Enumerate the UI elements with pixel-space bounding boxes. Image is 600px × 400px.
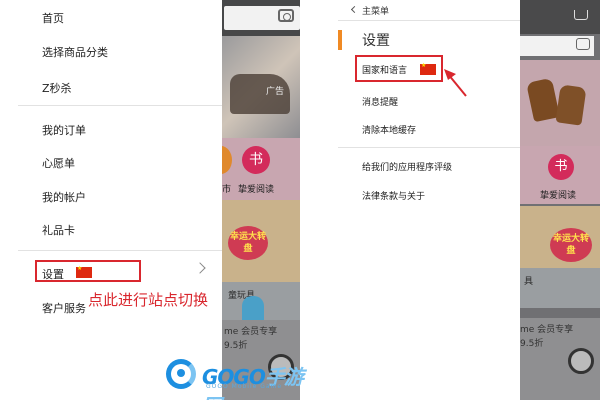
navigation-drawer: 首页 选择商品分类 Z秒杀 我的订单 心愿单 我的帐户 礼品卡 设置 客户服务 — [18, 0, 222, 400]
shoe-image — [555, 84, 587, 126]
watermark-subtext: GOGO Mobile Game — [206, 383, 283, 390]
divider — [18, 105, 222, 106]
promo-tile[interactable]: 幸运大转盘 — [222, 200, 300, 290]
ad-label: 广告 — [266, 87, 285, 97]
menu-item-wishlist[interactable]: 心愿单 — [42, 155, 75, 171]
reading-label: 挚爱阅读 — [238, 185, 275, 195]
clear-cache-item[interactable]: 清除本地缓存 — [362, 123, 416, 136]
member-line1: me 会员专享 — [224, 327, 278, 337]
chevron-right-icon — [194, 262, 206, 274]
toys-tile[interactable]: 具 — [520, 268, 600, 308]
watermark-logo: GOGO手游网 GOGO Mobile Game — [162, 357, 312, 400]
background-app-left: 广告 书 市 挚爱阅读 幸运大转盘 童玩具 me 会员专享 9.5折 — [222, 0, 300, 400]
menu-item-customer-service[interactable]: 客户服务 — [42, 300, 86, 316]
section-title: 设置 — [362, 33, 390, 49]
annotation-text: 点此进行站点切换 — [88, 291, 209, 309]
menu-item-categories[interactable]: 选择商品分类 — [42, 44, 108, 60]
section-accent-bar — [338, 30, 342, 50]
menu-item-account[interactable]: 我的帐户 — [42, 189, 86, 205]
menu-item-home[interactable]: 首页 — [42, 10, 64, 26]
member-line2: 9.5折 — [520, 339, 544, 349]
highlight-box — [35, 260, 141, 282]
right-phone-screen: 书 挚爱阅读 幸运大转盘 具 me 会员专享 9.5折 主菜单 设置 国家和语言… — [338, 0, 600, 400]
highlight-box — [355, 55, 443, 82]
menu-item-gift-card[interactable]: 礼品卡 — [42, 222, 75, 238]
member-line1: me 会员专享 — [520, 325, 574, 335]
left-phone-screen: 广告 书 市 挚爱阅读 幸运大转盘 童玩具 me 会员专享 9.5折 首页 选择… — [18, 0, 300, 400]
cart-icon[interactable] — [574, 10, 588, 20]
menu-item-orders[interactable]: 我的订单 — [42, 122, 86, 138]
toys-label: 具 — [524, 277, 534, 287]
notifications-item[interactable]: 消息提醒 — [362, 95, 398, 108]
menu-item-flash-sale[interactable]: Z秒杀 — [42, 80, 72, 96]
app-topbar — [520, 0, 600, 34]
chevron-left-icon — [350, 5, 359, 14]
lucky-wheel-badge: 幸运大转盘 — [550, 228, 592, 262]
camera-icon[interactable] — [576, 38, 590, 50]
gogo-logo-icon — [166, 359, 196, 389]
divider — [338, 147, 520, 148]
pointer-arrow-icon — [444, 69, 467, 97]
divider — [18, 250, 222, 251]
member-tile[interactable]: me 会员专享 9.5折 — [520, 318, 600, 400]
divider — [338, 20, 520, 21]
member-line2: 9.5折 — [224, 341, 248, 351]
lucky-wheel-badge: 幸运大转盘 — [228, 226, 268, 260]
back-label: 主菜单 — [362, 7, 390, 17]
book-icon[interactable]: 书 — [548, 154, 574, 180]
reading-label: 挚爱阅读 — [540, 191, 577, 201]
legal-item[interactable]: 法律条款与关于 — [362, 189, 425, 202]
promo-banner[interactable] — [222, 36, 300, 138]
camera-icon[interactable] — [278, 9, 294, 22]
book-icon[interactable]: 书 — [242, 146, 270, 174]
watch-image — [568, 348, 594, 374]
background-app-right: 书 挚爱阅读 幸运大转盘 具 me 会员专享 9.5折 — [520, 0, 600, 400]
rate-app-item[interactable]: 给我们的应用程序评级 — [362, 160, 452, 173]
category-label: 市 — [222, 185, 232, 195]
watermark-text: GOGO手游网 — [202, 365, 304, 400]
